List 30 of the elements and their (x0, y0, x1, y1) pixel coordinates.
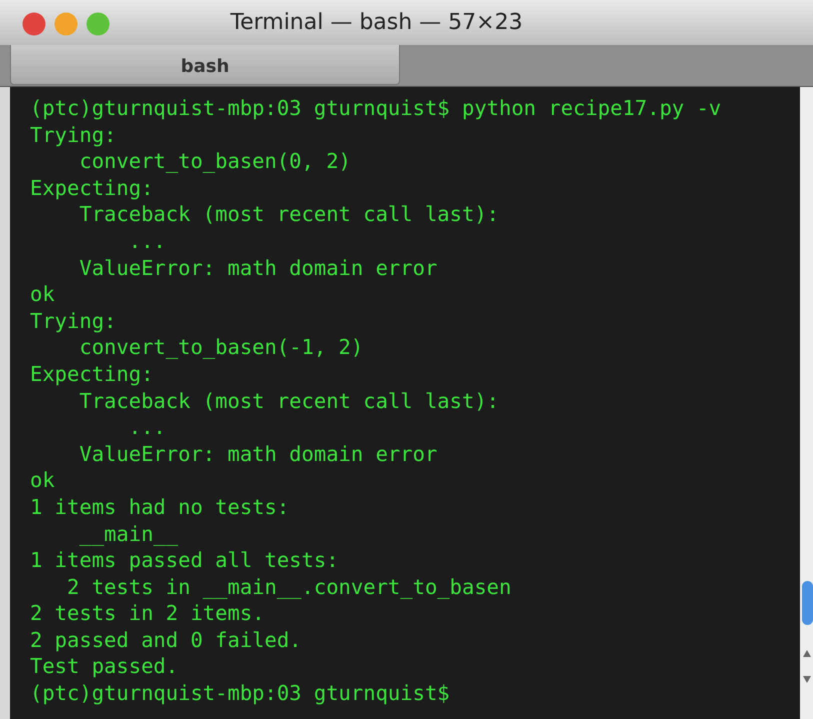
terminal-line: ok (30, 281, 56, 308)
terminal-line: __main__ (78, 520, 180, 548)
terminal-line: (ptc)gturnquist-mbp:03 gturnquist$ (30, 680, 451, 707)
minimize-button[interactable] (54, 12, 78, 36)
scrollbar[interactable] (800, 87, 813, 719)
terminal-line: Test passed. (30, 653, 180, 680)
terminal-line: Expecting: (30, 360, 154, 388)
close-button[interactable] (22, 12, 46, 36)
terminal-line: Traceback (most recent call last): (78, 388, 500, 414)
zoom-button[interactable] (86, 12, 110, 36)
tab[interactable]: bash (10, 45, 400, 85)
scroll-thumb[interactable] (802, 581, 813, 625)
terminal-line: 1 items had no tests: (30, 494, 290, 520)
terminal-line: ... (128, 228, 167, 255)
terminal-line: 2 passed and 0 failed. (30, 626, 303, 654)
terminal-line: convert_to_basen(0, 2) (78, 148, 352, 175)
terminal-line: Traceback (most recent call last): (78, 201, 500, 228)
terminal-line: ValueError: math domain error (78, 254, 438, 282)
terminal-line: convert_to_basen(-1, 2) (78, 334, 364, 361)
terminal-line: Trying: (30, 122, 118, 148)
terminal-line: ok (30, 467, 56, 494)
terminal-line: Expecting: (30, 174, 154, 202)
terminal-line: 1 items passed all tests: (30, 547, 340, 574)
terminal-line: Trying: (30, 308, 118, 334)
terminal-line: 2 tests in __main__.convert_to_basen (66, 574, 512, 600)
window-title: Terminal — bash — 57×23 (230, 10, 523, 35)
terminal-line: ValueError: math domain error (78, 440, 438, 468)
terminal-line: 2 tests in 2 items. (30, 600, 266, 627)
terminal-line: (ptc)gturnquist-mbp:03 gturnquist$ python recipe17.py -v (30, 95, 722, 122)
terminal-line: ... (128, 414, 167, 441)
